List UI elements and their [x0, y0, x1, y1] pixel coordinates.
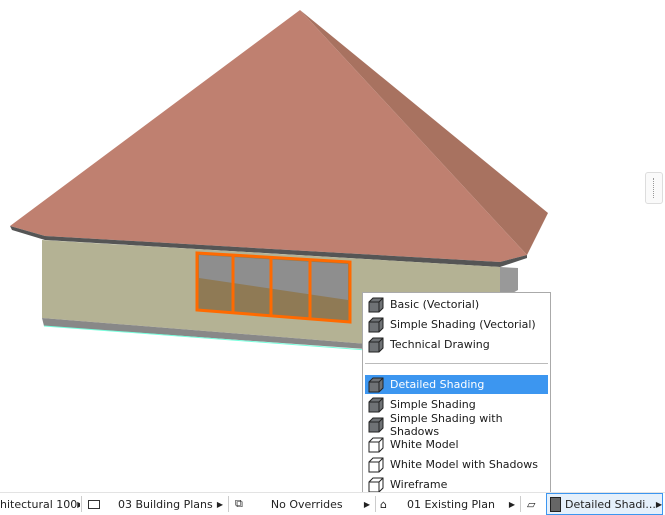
renovation-icon: ⌂: [380, 497, 387, 511]
layer-combo-selector[interactable]: 03 Building Plans ▶: [88, 493, 223, 515]
menu-item[interactable]: Basic (Vectorial): [365, 295, 548, 314]
3d-view-icon[interactable]: ▱: [527, 493, 543, 515]
menu-item-label: White Model with Shadows: [390, 458, 538, 471]
window-selected[interactable]: [195, 251, 352, 324]
detailed-shading-icon: [368, 377, 384, 392]
3d-style-menu: Basic (Vectorial) Simple Shading (Vectori…: [362, 292, 551, 496]
menu-item-label: Basic (Vectorial): [390, 298, 480, 311]
arrow-right-icon: ▶: [77, 500, 80, 509]
menu-item-label: Detailed Shading: [390, 378, 485, 391]
status-bar: hitectural 100▶ 03 Building Plans▶ ⧉No O…: [0, 492, 665, 515]
scale-label: hitectural 100: [0, 497, 78, 511]
arrow-right-icon: ▶: [216, 499, 223, 509]
overrides-selector[interactable]: ⧉ No Overrides ▶: [235, 493, 370, 515]
menu-item-label: Technical Drawing: [390, 338, 490, 351]
menu-item[interactable]: Simple Shading (Vectorial): [365, 315, 548, 334]
3d-style-selector[interactable]: Detailed Shadi... ▶: [546, 493, 663, 515]
menu-separator: [365, 363, 548, 364]
layer-combo-label: 03 Building Plans: [118, 497, 213, 511]
white-model-icon: [368, 437, 384, 452]
renovation-label: 01 Existing Plan: [406, 497, 495, 511]
arrow-right-icon: ▶: [363, 499, 370, 509]
menu-item[interactable]: Detailed Shading: [365, 375, 548, 394]
renovation-selector[interactable]: ⌂ 01 Existing Plan ▶: [380, 493, 515, 515]
menu-item-label: Simple Shading (Vectorial): [390, 318, 536, 331]
menu-item[interactable]: Simple Shading with Shadows: [365, 412, 548, 438]
3d-style-label: Detailed Shadi...: [564, 497, 656, 511]
simple-shading-shadows-icon: [368, 417, 384, 432]
detailed-shading-icon: [550, 496, 561, 512]
arrow-right-icon: ▶: [508, 499, 515, 509]
menu-item[interactable]: White Model with Shadows: [365, 455, 548, 474]
white-model-shadows-icon: [368, 457, 384, 472]
basic-vectorial-icon: [368, 297, 384, 312]
wireframe-icon: [368, 477, 384, 492]
simple-shading-vectorial-icon: [368, 317, 384, 332]
3d-viewport[interactable]: [0, 0, 665, 492]
menu-item[interactable]: Technical Drawing: [365, 335, 548, 354]
menu-item-label: Simple Shading with Shadows: [390, 411, 503, 438]
panel-resize-handle[interactable]: [645, 172, 663, 204]
arrow-right-icon: ▶: [655, 499, 662, 509]
menu-item[interactable]: White Model: [365, 435, 548, 454]
override-icon: ⧉: [235, 497, 243, 510]
menu-item-label: White Model: [390, 438, 459, 451]
menu-item-label: Simple Shading: [390, 398, 476, 411]
overrides-label: No Overrides: [270, 497, 343, 511]
simple-shading-icon: [368, 397, 384, 412]
scale-selector[interactable]: hitectural 100▶: [0, 493, 80, 515]
technical-drawing-icon: [368, 337, 384, 352]
layer-icon: [88, 499, 100, 509]
menu-item-label: Wireframe: [390, 478, 448, 491]
